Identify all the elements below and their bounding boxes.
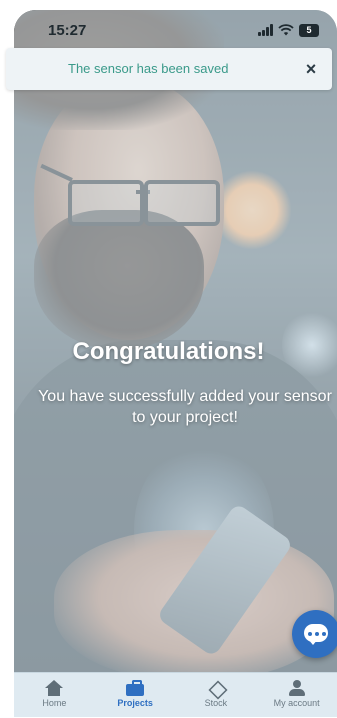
status-icons: 5 — [258, 22, 319, 38]
status-time: 15:27 — [48, 22, 87, 39]
person-icon — [288, 680, 306, 696]
nav-item-my-account[interactable]: My account — [256, 673, 337, 717]
wifi-icon — [278, 24, 294, 36]
status-bar: 15:27 5 — [14, 10, 337, 50]
briefcase-icon — [126, 680, 145, 696]
signal-icon — [258, 24, 273, 36]
home-icon — [45, 680, 64, 696]
success-toast: The sensor has been saved × — [6, 48, 332, 90]
close-icon[interactable]: × — [300, 58, 322, 80]
congrats-heading: Congratulations! — [72, 338, 265, 365]
nav-label-stock: Stock — [204, 698, 228, 708]
nav-item-projects[interactable]: Projects — [95, 673, 176, 717]
nav-item-home[interactable]: Home — [14, 673, 95, 717]
nav-label-home: Home — [42, 698, 67, 708]
nav-label-projects: Projects — [117, 698, 153, 708]
chat-button[interactable] — [292, 610, 337, 658]
nav-label-my-account: My account — [273, 698, 320, 708]
success-message: You have successfully added your sensor … — [38, 388, 332, 426]
bottom-nav: Home Projects Stock My account — [14, 672, 337, 717]
box-icon — [207, 680, 228, 700]
toast-message: The sensor has been saved — [68, 61, 229, 76]
nav-item-stock[interactable]: Stock — [176, 673, 257, 717]
battery-icon: 5 — [299, 23, 319, 37]
